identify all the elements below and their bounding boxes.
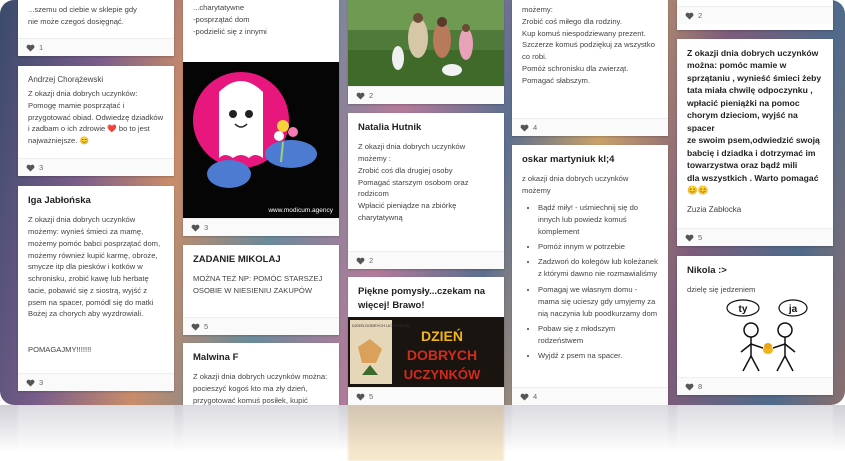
like-count: 4 [533,392,538,401]
post-card[interactable]: Iga Jabłońska Z okazji dnia dobrych uczy… [18,186,174,391]
post-image [348,0,504,86]
post-author: Zuzia Zabłocka [687,205,742,215]
post-card[interactable]: ZADANIE MIKOLAJ MOŻNA TEŻ NP: POMÓC STAR… [183,245,339,335]
post-text: Z okazji dnia dobrych uczynków: Pomogę m… [28,89,164,146]
post-card[interactable]: ...szemu od ciebie w sklepie gdy nie moż… [18,0,174,56]
post-text: dzielę się jedzeniem [687,285,756,295]
post-card[interactable]: oskar martyniuk kl;4 z okazji dnia dobry… [512,145,668,405]
heart-icon[interactable] [26,379,35,387]
list-item: Pobaw się z młodszym rodzeństwem [538,323,658,347]
post-title: Piękne pomysły...czekam na więcej! Brawo… [358,286,486,312]
like-count: 5 [369,392,374,401]
post-card[interactable]: możemy: Zrobić coś miłego dla rodziny. K… [512,0,668,136]
like-count: 5 [204,322,209,331]
like-count: 3 [39,378,44,387]
image-caption: www.modicum.agency [267,207,333,214]
post-card[interactable]: 2 [677,0,833,30]
post-footer: 2 [348,251,504,269]
heart-icon[interactable] [356,92,365,100]
mirror-reflection [0,405,845,461]
post-card[interactable]: Z okazji dnia dobrych uczynków można: po… [677,39,833,246]
post-footer: 8 [677,377,833,395]
family-photo [348,0,504,86]
like-count: 3 [204,223,209,232]
post-footer: 3 [183,218,339,236]
post-card[interactable]: 2 [348,0,504,104]
post-footer: 4 [512,387,668,405]
like-count: 1 [39,43,44,52]
heart-icon[interactable] [685,383,694,391]
list-item: Wyjdź z psem na spacer. [538,350,658,362]
like-count: 4 [533,123,538,132]
heart-icon[interactable] [191,224,200,232]
post-image: DZIEŃ DOBRYCH UCZYNKÓW DZIEŃ DOBRYCH UCZ… [348,317,504,387]
post-card[interactable]: Andrzej Chorążewski Z okazji dnia dobryc… [18,66,174,176]
list-item: Pomóż innym w potrzebie [538,241,658,253]
heart-icon[interactable] [26,164,35,172]
post-title: Iga Jabłońska [28,195,91,206]
list-item: Bądź miły! - uśmiechnij się do innych lu… [538,202,658,238]
post-author: Andrzej Chorążewski [28,75,104,84]
list-item: Zadzwoń do kolegów lub koleżanek z który… [538,256,658,280]
heart-icon[interactable] [685,12,694,20]
poster-line-3: UCZYNKÓW [404,367,481,382]
post-text: ...szemu od ciebie w sklepie gdy nie moż… [28,5,137,26]
bullet-list: Bądź miły! - uśmiechnij się do innych lu… [538,202,658,363]
post-intro: z okazji dnia dobrych uczynków możemy [522,174,629,196]
heart-icon[interactable] [520,124,529,132]
post-title: Natalia Hutnik [358,122,422,133]
post-footer: 3 [18,373,174,391]
like-count: 2 [698,11,703,20]
post-footer: 3 [18,158,174,176]
post-text: MOŻNA TEŻ NP: POMÓC STARSZEJ OSOBIE W NI… [193,274,323,296]
post-text: Z okazji dnia dobrych uczynków możemy : … [358,142,469,222]
post-card[interactable]: Malwina F Z okazji dnia dobrych uczynków… [183,343,339,405]
heart-icon[interactable] [356,257,365,265]
like-count: 3 [39,163,44,172]
post-footer: 5 [677,228,833,246]
post-footer: 5 [183,317,339,335]
like-count: 2 [369,256,374,265]
poster-line-1: DZIEŃ [421,328,463,344]
post-title: oskar martyniuk kl;4 [522,154,615,165]
post-footer: 4 [512,118,668,136]
post-footer: 2 [348,86,504,104]
post-footer: 5 [348,387,504,405]
post-card[interactable]: Nikola :> dzielę się jedzeniem ty ja 8 [677,256,833,395]
heart-icon[interactable] [26,44,35,52]
heart-icon[interactable] [356,393,365,401]
poster-small-text: DZIEŃ DOBRYCH UCZYNKÓW [352,323,410,328]
list-item: Pomagaj we własnym domu - mama się ucies… [538,284,658,320]
like-count: 2 [369,91,374,100]
like-count: 5 [698,233,703,242]
speech-bubble-2: ja [788,304,798,315]
post-text: Z okazji dnia dobrych uczynków możemy: w… [28,215,161,354]
post-text: Z okazji dnia dobrych uczynków można: po… [193,372,328,405]
speech-bubble-1: ty [739,304,748,315]
heart-icon[interactable] [685,234,694,242]
heart-icon[interactable] [191,323,200,331]
poster-graphic: DZIEŃ DOBRYCH UCZYNKÓW DZIEŃ DOBRYCH UCZ… [348,317,504,387]
post-title: Malwina F [193,352,239,363]
post-card[interactable]: Natalia Hutnik Z okazji dnia dobrych ucz… [348,113,504,269]
post-footer: 2 [677,6,833,24]
post-image: www.modicum.agency [183,62,339,218]
post-text: Z okazji dnia dobrych uczynków można: po… [687,48,822,195]
post-text: możemy: Zrobić coś miłego dla rodziny. K… [522,5,655,85]
post-title: Nikola :> [687,265,727,276]
padlet-board: ...szemu od ciebie w sklepie gdy nie moż… [0,0,845,405]
stick-figures-drawing: ty ja [726,299,808,372]
post-card[interactable]: ...charytatywne -posprzątać dom -podziel… [183,0,339,236]
post-card[interactable]: Piękne pomysły...czekam na więcej! Brawo… [348,277,504,405]
post-text: ...charytatywne -posprzątać dom -podziel… [193,3,267,36]
post-title: ZADANIE MIKOLAJ [193,254,281,265]
heart-icon[interactable] [520,393,529,401]
ghost-illustration: www.modicum.agency [183,62,339,218]
poster-line-2: DOBRYCH [407,347,477,363]
post-footer: 1 [18,38,174,56]
like-count: 8 [698,382,703,391]
